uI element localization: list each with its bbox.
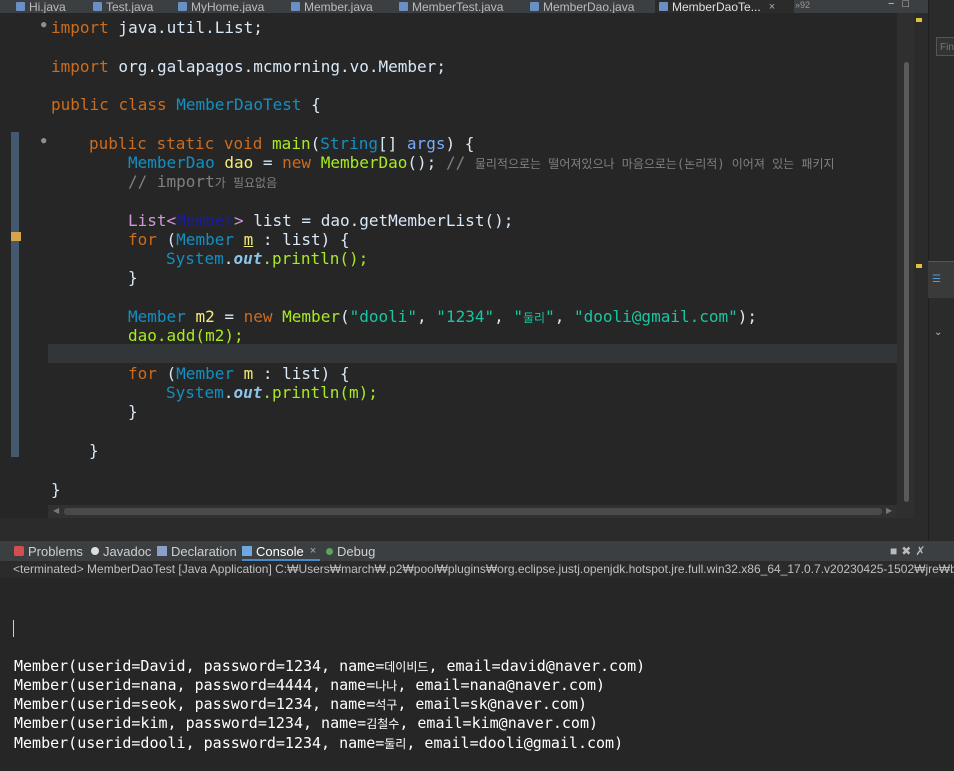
close-icon[interactable]: × [769, 1, 775, 13]
java-file-icon [178, 2, 187, 11]
code-line-23: } [128, 402, 138, 421]
code-line-11: // import가 필요없음 [128, 172, 278, 191]
code-line-3: import java.util.List; [51, 18, 263, 37]
tab-test-java[interactable]: Test.java [93, 0, 153, 13]
chevron-down-icon[interactable]: ⌄ [934, 327, 942, 338]
java-file-icon [16, 2, 25, 11]
outline-icon[interactable]: ☰ [932, 274, 941, 285]
console-line: Member(userid=nana, password=4444, name=… [14, 676, 606, 694]
console-icon [242, 546, 252, 556]
change-bar [11, 132, 19, 457]
tab-javadoc[interactable]: Javadoc [91, 541, 151, 561]
terminate-icon[interactable]: ■ [890, 544, 901, 558]
fold-marker-icon[interactable]: ● [41, 136, 46, 146]
code-line-13: List<Member> list = dao.getMemberList(); [128, 211, 514, 230]
console-tab-bar: Problems Javadoc Declaration Console × De… [0, 541, 954, 561]
tab-label: MemberTest.java [412, 0, 504, 13]
fold-marker-icon[interactable]: ● [41, 20, 46, 30]
editor-horizontal-scroll-thumb[interactable] [64, 508, 882, 515]
code-line-15: System.out.println(); [166, 249, 369, 268]
tab-memberdaotest-java[interactable]: MemberDaoTe... × [655, 0, 794, 13]
tab-memberdao-java[interactable]: MemberDao.java [530, 0, 634, 13]
java-file-icon [659, 2, 668, 11]
window-controls[interactable]: −□ [888, 0, 917, 10]
overview-marker[interactable] [916, 264, 922, 268]
close-icon[interactable]: × [310, 545, 316, 557]
console-toolbar: ■ ✖ ✗ [890, 541, 929, 561]
tab-declaration[interactable]: Declaration [157, 541, 237, 561]
console-line: Member(userid=dooli, password=1234, name… [14, 734, 624, 752]
remove-all-icon[interactable]: ✗ [915, 544, 929, 558]
overview-marker[interactable] [916, 18, 922, 22]
editor-tab-bar: Hi.java Test.java MyHome.java Member.jav… [0, 0, 928, 13]
code-line-19: dao.add(m2); [128, 326, 244, 345]
tab-problems[interactable]: Problems [14, 541, 83, 561]
code-line-27: } [51, 480, 61, 499]
javadoc-icon [91, 547, 99, 555]
tab-member-java[interactable]: Member.java [291, 0, 373, 13]
code-line-16: } [128, 268, 138, 287]
code-line-25: } [89, 441, 99, 460]
console-line: Member(userid=seok, password=1234, name=… [14, 695, 587, 713]
console-line: Member(userid=David, password=1234, name… [14, 657, 646, 675]
code-editor[interactable] [0, 13, 914, 518]
console-terminated-status: <terminated> MemberDaoTest [Java Applica… [0, 561, 954, 578]
warning-icon[interactable] [11, 232, 21, 241]
tab-hi-java[interactable]: Hi.java [16, 0, 66, 13]
java-file-icon [291, 2, 300, 11]
scroll-right-icon[interactable]: ▶ [886, 506, 892, 515]
code-line-21: for (Member m : list) { [128, 364, 350, 383]
tab-label: MemberDao.java [543, 0, 635, 13]
overview-ruler[interactable] [914, 13, 928, 535]
minimize-icon[interactable]: − [888, 0, 902, 10]
tab-label: Hi.java [29, 0, 66, 13]
tab-overflow-indicator[interactable]: »92 [795, 0, 810, 10]
console-line: Member(userid=kim, password=1234, name=김… [14, 714, 599, 732]
java-file-icon [399, 2, 408, 11]
remove-launch-icon[interactable]: ✖ [901, 544, 915, 558]
java-file-icon [93, 2, 102, 11]
find-input[interactable]: Fin [936, 37, 954, 56]
tab-myhome-java[interactable]: MyHome.java [178, 0, 264, 13]
code-line-22: System.out.println(m); [166, 383, 378, 402]
tab-label: MyHome.java [191, 0, 265, 13]
editor-vertical-scroll-thumb[interactable] [904, 62, 909, 502]
debug-icon [326, 547, 333, 555]
tab-console[interactable]: Console × [242, 541, 321, 561]
tab-membertest-java[interactable]: MemberTest.java [399, 0, 503, 13]
tab-label: MemberDaoTe... [672, 0, 761, 13]
code-line-9: public static void main(String[] args) { [89, 134, 475, 153]
text-caret [13, 620, 14, 637]
tab-debug[interactable]: Debug [326, 541, 375, 561]
line-number-gutter [0, 13, 48, 518]
code-line-7: public class MemberDaoTest { [51, 95, 321, 114]
tab-label: Member.java [304, 0, 373, 13]
code-line-14: for (Member m : list) { [128, 230, 350, 249]
scroll-left-icon[interactable]: ◀ [53, 506, 59, 515]
problems-icon [14, 546, 24, 556]
current-line-highlight [48, 344, 897, 363]
code-line-5: import org.galapagos.mcmorning.vo.Member… [51, 57, 446, 76]
java-file-icon [530, 2, 539, 11]
maximize-icon[interactable]: □ [902, 0, 917, 10]
declaration-icon [157, 546, 167, 556]
tab-label: Test.java [106, 0, 154, 13]
